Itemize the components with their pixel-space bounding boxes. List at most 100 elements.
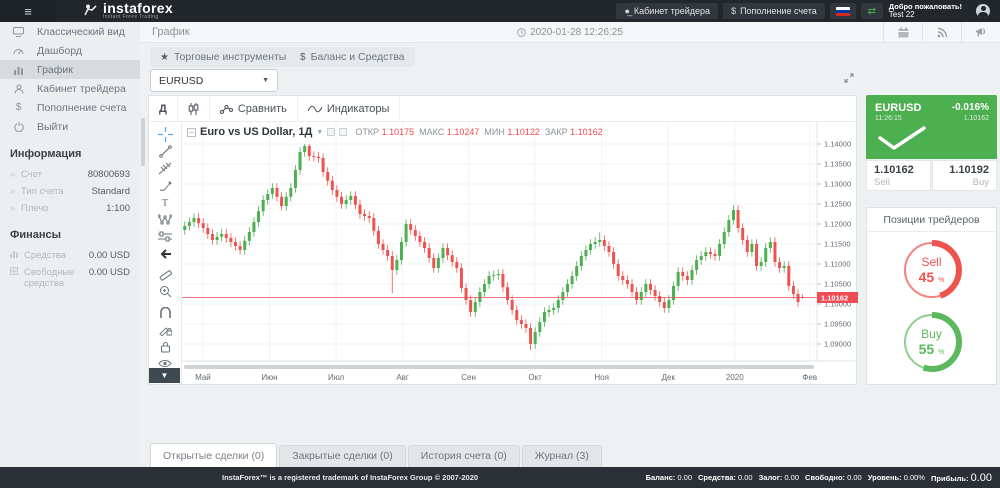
svg-text:2020: 2020 <box>726 373 744 382</box>
svg-text:1.10162: 1.10162 <box>821 293 848 302</box>
balance-funds-button[interactable]: $ Баланс и Средства <box>290 47 415 67</box>
chevron-down-icon: ▼ <box>161 371 169 380</box>
tab-account-history[interactable]: История счета (0) <box>408 445 520 467</box>
ruler-tool[interactable] <box>153 266 177 283</box>
calendar-icon <box>898 27 909 38</box>
info-row-leverage: » Плечо 1:100 <box>10 200 130 217</box>
sidebar-item-deposit[interactable]: $ Пополнение счета <box>0 98 140 117</box>
trend-line-tool[interactable] <box>153 143 177 160</box>
chart-icon <box>12 65 25 75</box>
fullscreen-expand-button[interactable] <box>838 67 859 88</box>
crosshair-tool[interactable] <box>153 126 177 143</box>
legend-close-icon[interactable] <box>339 128 347 136</box>
svg-text:1.12000: 1.12000 <box>824 220 851 229</box>
sidebar-item-dashboard[interactable]: Дашборд <box>0 41 140 60</box>
chart-type-button[interactable] <box>178 96 210 122</box>
announcements-icon-button[interactable] <box>961 22 1000 43</box>
status-bar: InstaForex™ is a registered trademark of… <box>0 467 1000 488</box>
drawing-tools-column: T <box>149 122 182 384</box>
chart-plot-area[interactable]: – Euro vs US Dollar, 1Д ▼ ОТКР 1.10175 М… <box>182 122 856 384</box>
tab-open-trades[interactable]: Открытые сделки (0) <box>150 443 277 467</box>
tab-journal[interactable]: Журнал (3) <box>522 445 602 467</box>
legend-settings-icon[interactable] <box>327 128 335 136</box>
candlestick-chart[interactable]: 1.140001.135001.130001.125001.120001.115… <box>182 122 858 386</box>
expand-icon <box>844 73 854 83</box>
zoom-in-tool[interactable] <box>153 283 177 300</box>
brush-tool[interactable] <box>153 177 177 194</box>
monitor-icon <box>12 27 25 37</box>
info-row-account: » Счет 80800693 <box>10 166 130 183</box>
svg-text:Май: Май <box>195 373 211 382</box>
draw-lock-tool[interactable] <box>153 321 177 338</box>
sidebar-item-classic-view[interactable]: Классический вид <box>0 22 140 41</box>
rss-icon <box>937 27 948 38</box>
svg-text:1.14000: 1.14000 <box>824 140 851 149</box>
instaforex-logo: instaforex Instant Forex Trading <box>84 3 173 20</box>
hamburger-menu-icon[interactable]: ≡ <box>0 0 56 22</box>
grid-icon <box>10 267 18 277</box>
finance-row-free-funds: Свободные средства 0.00 USD <box>10 264 130 292</box>
sidebar-item-trader-cabinet[interactable]: Кабинет трейдера <box>0 79 140 98</box>
positions-title: Позиции трейдеров <box>867 208 996 232</box>
buy-quote-button[interactable]: 1.10192 Buy <box>932 160 997 191</box>
sell-percentage-gauge: Sell 45 % <box>898 236 966 304</box>
account-summary: Баланс: 0.00 Средства: 0.00 Залог: 0.00 … <box>646 472 992 484</box>
xabcd-pattern-tool[interactable] <box>153 211 177 228</box>
avatar[interactable] <box>976 4 990 18</box>
sidebar-item-logout[interactable]: Выйти <box>0 117 140 136</box>
trader-cabinet-button[interactable]: ●̲ Кабинет трейдера <box>616 3 718 19</box>
bottom-tabs: Открытые сделки (0) Закрытые сделки (0) … <box>140 443 1000 467</box>
rss-icon-button[interactable] <box>922 22 961 43</box>
welcome-text: Добро пожаловать! Test 22 <box>889 3 962 19</box>
deposit-button[interactable]: $ Пополнение счета <box>723 3 825 19</box>
sell-quote-button[interactable]: 1.10162 Sell <box>866 160 931 191</box>
symbol-select[interactable]: EURUSD ▼ <box>150 69 278 92</box>
legend-collapse-icon[interactable]: – <box>187 128 196 137</box>
info-row-account-type: » Тип счета Standard <box>10 183 130 200</box>
gann-fib-tool[interactable] <box>153 160 177 177</box>
arrow-tool[interactable] <box>153 245 177 262</box>
svg-text:Авг: Авг <box>396 373 409 382</box>
sidebar-item-chart[interactable]: График <box>0 60 140 79</box>
trading-instruments-button[interactable]: ★ Торговые инструменты <box>150 47 296 67</box>
svg-text:Июл: Июл <box>328 373 345 382</box>
chart-toolbar: Д Сравнить Индикаторы <box>149 96 856 122</box>
calendar-icon-button[interactable] <box>883 22 922 43</box>
panel-resize-handle[interactable] <box>141 118 145 166</box>
checkmark-icon <box>878 125 928 151</box>
chevron-right-icon: » <box>10 186 15 196</box>
indicators-button[interactable]: Индикаторы <box>298 96 401 122</box>
dollar-icon: $ <box>731 6 736 16</box>
copyright-text: InstaForex™ is a registered trademark of… <box>222 473 478 482</box>
chart-legend: – Euro vs US Dollar, 1Д ▼ ОТКР 1.10175 М… <box>187 126 603 138</box>
language-flag-button[interactable] <box>830 3 856 19</box>
forecast-tool[interactable] <box>153 228 177 245</box>
svg-text:1.10500: 1.10500 <box>824 280 851 289</box>
interval-button[interactable]: Д <box>149 96 178 122</box>
collapse-toolbar-button[interactable]: ▼ <box>149 368 180 383</box>
exchange-icon-button[interactable]: ⇄ <box>861 3 883 19</box>
compare-icon <box>220 104 233 114</box>
quote-card: EURUSD 11:26:15 -0.016% 1.10162 1.10162 … <box>866 95 997 192</box>
tab-closed-trades[interactable]: Закрытые сделки (0) <box>279 445 405 467</box>
quote-header[interactable]: EURUSD 11:26:15 -0.016% 1.10162 <box>866 95 997 159</box>
svg-text:1.11500: 1.11500 <box>824 240 851 249</box>
magnet-tool[interactable] <box>153 304 177 321</box>
chart-title: Euro vs US Dollar, 1Д <box>200 126 312 138</box>
svg-text:1.12500: 1.12500 <box>824 200 851 209</box>
lock-tool[interactable] <box>153 338 177 355</box>
chart-card: Д Сравнить Индикаторы T ▼ – Euro vs <box>148 95 857 385</box>
power-icon <box>12 122 25 132</box>
svg-text:1.09000: 1.09000 <box>824 340 851 349</box>
quote-symbol: EURUSD <box>875 102 921 114</box>
header-datetime: 2020-01-28 12:26:25 <box>140 27 1000 38</box>
compare-button[interactable]: Сравнить <box>210 96 298 122</box>
user-icon <box>12 84 25 94</box>
ohlc-values: ОТКР 1.10175 МАКС 1.10247 МИН 1.10122 ЗА… <box>355 127 602 137</box>
candlestick-icon <box>188 103 199 115</box>
chevron-down-icon: ▼ <box>262 77 269 84</box>
russian-flag-icon <box>836 7 850 16</box>
chevron-down-icon: ▼ <box>316 129 323 136</box>
buy-percentage-gauge: Buy 55 % <box>898 308 966 376</box>
text-tool[interactable]: T <box>153 194 177 211</box>
